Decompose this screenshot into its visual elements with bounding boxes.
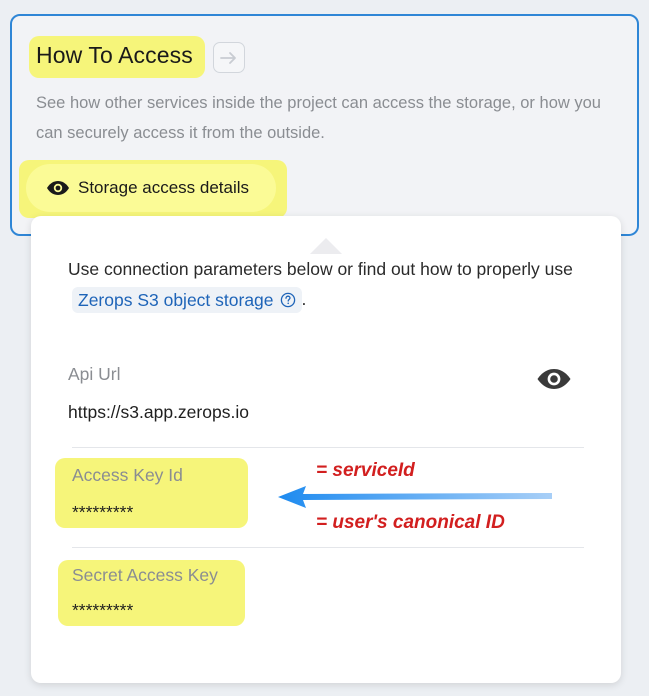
- eye-icon: [47, 181, 69, 195]
- help-circle-icon: [280, 293, 295, 308]
- field-divider: [72, 547, 584, 548]
- access-key-id-value: *********: [72, 502, 134, 522]
- secret-access-key-value: *********: [72, 600, 134, 620]
- storage-access-details-button[interactable]: Storage access details: [26, 164, 276, 212]
- open-link-button[interactable]: [213, 42, 245, 73]
- reveal-eye-icon[interactable]: [536, 364, 572, 394]
- api-url-label: Api Url: [68, 364, 121, 384]
- field-divider: [72, 447, 584, 448]
- details-button-label: Storage access details: [78, 178, 250, 197]
- api-url-value: https://s3.app.zerops.io: [68, 402, 249, 422]
- intro-suffix: .: [301, 289, 307, 309]
- annotation-service-id: = serviceId: [316, 460, 415, 481]
- annotation-canonical-id: = user's canonical ID: [316, 512, 505, 533]
- secret-access-key-label: Secret Access Key: [72, 565, 218, 585]
- popup-intro: Use connection parameters below or find …: [68, 254, 588, 314]
- arrow-right-icon: [220, 51, 236, 64]
- section-description: See how other services inside the projec…: [36, 94, 601, 142]
- section-title: How To Access: [36, 42, 193, 68]
- s3-docs-link-label: Zerops S3 object storage: [78, 290, 274, 311]
- s3-docs-link[interactable]: Zerops S3 object storage: [72, 287, 302, 314]
- access-key-id-label: Access Key Id: [72, 465, 183, 485]
- annotation-arrow-icon: [278, 486, 552, 508]
- intro-text: Use connection parameters below or find …: [68, 259, 573, 279]
- popup-caret: [310, 238, 342, 254]
